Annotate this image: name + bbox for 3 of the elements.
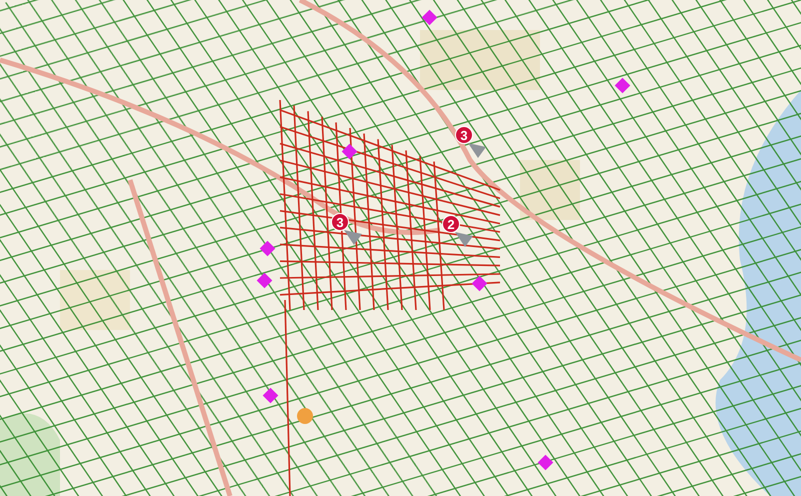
location-pin-icon[interactable] bbox=[342, 228, 364, 246]
location-pin-icon[interactable] bbox=[453, 230, 475, 248]
location-pin-icon[interactable] bbox=[466, 141, 488, 159]
